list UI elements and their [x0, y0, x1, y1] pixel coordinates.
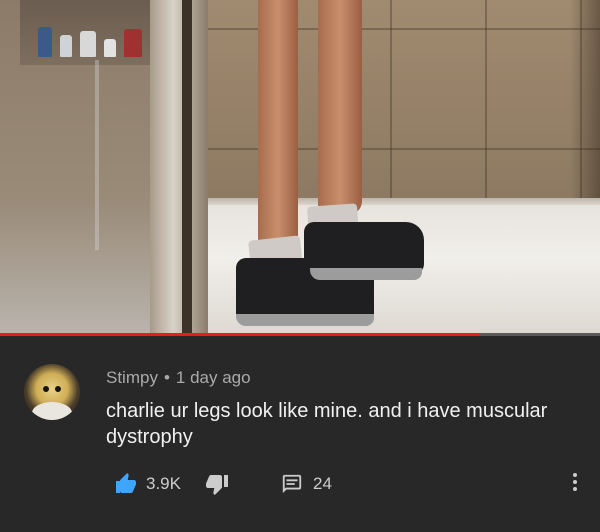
wall-shadow	[570, 0, 600, 230]
comment-icon	[281, 473, 303, 495]
comment-meta: Stimpy • 1 day ago	[106, 368, 251, 388]
door-frame-edge	[182, 0, 192, 336]
shoe-right	[304, 222, 424, 274]
comment-card: Stimpy • 1 day ago charlie ur legs look li…	[0, 336, 600, 532]
leg-left	[258, 0, 298, 250]
shower-shelf	[20, 0, 170, 65]
more-vert-icon[interactable]	[568, 470, 582, 498]
more-dot	[573, 473, 577, 477]
thumbs-down-icon	[205, 472, 229, 496]
avatar-body	[32, 402, 72, 420]
bottle	[38, 27, 52, 57]
wall-tiles	[180, 0, 600, 210]
shoe-right-sole	[310, 268, 422, 280]
thumbs-up-icon	[114, 472, 138, 496]
reply-count: 24	[312, 474, 332, 493]
comment-author[interactable]: Stimpy	[106, 368, 158, 387]
leg-right	[318, 0, 362, 215]
avatar-eye	[55, 386, 61, 392]
door-frame	[150, 0, 208, 336]
comment-time[interactable]: 1 day ago	[176, 368, 251, 387]
comment-actions: 3.9K 24	[106, 470, 332, 498]
bottle	[124, 29, 142, 57]
avatar-eye	[43, 386, 49, 392]
more-dot	[573, 487, 577, 491]
bottle	[104, 39, 116, 57]
bottle	[80, 31, 96, 57]
bottle	[60, 35, 72, 57]
video-frame[interactable]	[0, 0, 600, 336]
glass-streak	[95, 60, 99, 250]
like-button[interactable]: 3.9K	[106, 472, 181, 496]
more-dot	[573, 480, 577, 484]
reply-button[interactable]: 24	[271, 473, 332, 495]
shoe-left-sole	[236, 314, 374, 326]
meta-separator: •	[163, 368, 170, 387]
dislike-button[interactable]	[205, 472, 229, 496]
like-count: 3.9K	[146, 474, 181, 493]
comment-text: charlie ur legs look like mine. and i ha…	[106, 400, 548, 448]
avatar[interactable]	[24, 364, 80, 420]
